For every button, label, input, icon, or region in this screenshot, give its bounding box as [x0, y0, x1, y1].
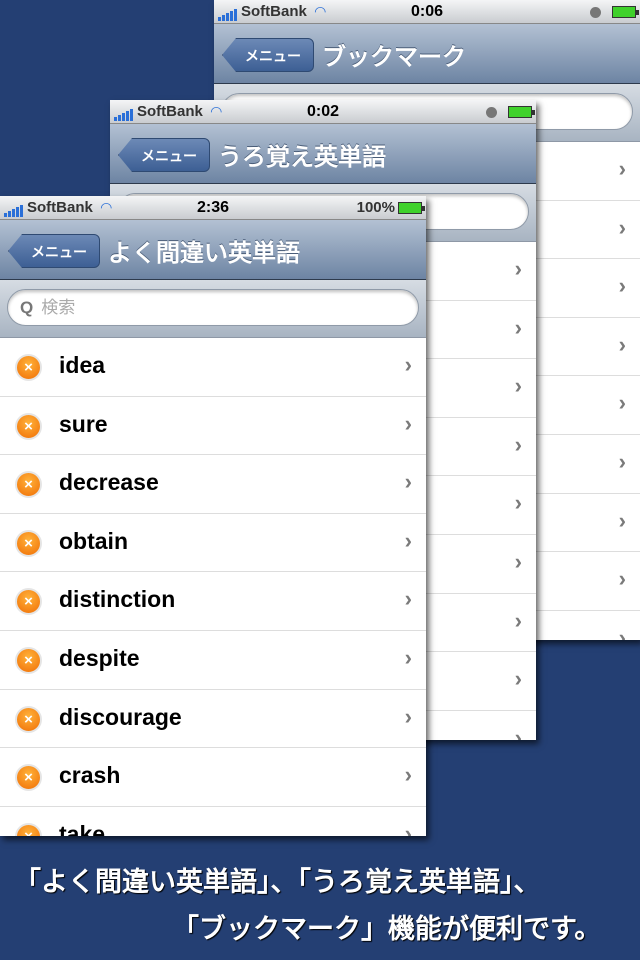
chevron-right-icon: › — [514, 256, 522, 281]
caption-line-1: 「よく間違い英単語」、「うろ覚え英単語」、 — [14, 867, 541, 897]
back-button[interactable]: メニュー — [222, 38, 314, 72]
search-placeholder: 検索 — [41, 298, 76, 317]
navigation-bar: メニュー ブックマーク — [214, 24, 640, 84]
navigation-bar: メニュー うろ覚え英単語 — [110, 124, 536, 184]
battery-icon — [508, 106, 535, 119]
navigation-bar: メニュー よく間違い英単語 — [0, 220, 426, 280]
word-label: despite — [59, 644, 140, 671]
chevron-right-icon: › — [618, 390, 626, 416]
chevron-right-icon: › — [514, 607, 522, 633]
chevron-right-icon: › — [404, 527, 412, 553]
list-item[interactable]: × decrease › — [0, 455, 426, 514]
delete-icon[interactable]: × — [15, 705, 42, 733]
chevron-right-icon: › — [404, 352, 412, 377]
battery-percent: 100% — [356, 199, 395, 216]
battery-icon — [612, 6, 639, 19]
page-title: ブックマーク — [322, 44, 466, 71]
list-item[interactable]: × despite › — [0, 631, 426, 690]
chevron-right-icon: › — [404, 703, 412, 729]
search-icon: Q — [20, 298, 34, 317]
chevron-right-icon: › — [404, 762, 412, 788]
chevron-right-icon: › — [404, 469, 412, 495]
back-button[interactable]: メニュー — [118, 138, 210, 172]
chevron-right-icon: › — [618, 566, 626, 592]
chevron-right-icon: › — [514, 666, 522, 692]
delete-icon[interactable]: × — [15, 588, 42, 616]
chevron-right-icon: › — [618, 507, 626, 533]
chevron-right-icon: › — [404, 644, 412, 670]
list-item[interactable]: × discourage › — [0, 690, 426, 749]
chevron-right-icon: › — [618, 214, 626, 240]
caption-line-2: 「ブックマーク」機能が便利です。 — [172, 914, 602, 944]
delete-icon[interactable]: × — [15, 412, 42, 440]
delete-icon[interactable]: × — [15, 471, 42, 499]
alarm-icon — [486, 106, 497, 118]
list-item[interactable]: × idea › — [0, 338, 426, 397]
chevron-right-icon: › — [618, 331, 626, 357]
chevron-right-icon: › — [618, 273, 626, 299]
status-bar: SoftBank ◠ 0:06 — [214, 0, 640, 24]
word-label: obtain — [59, 527, 128, 554]
chevron-right-icon: › — [404, 410, 412, 436]
page-title: うろ覚え英単語 — [218, 144, 386, 171]
delete-icon[interactable]: × — [15, 646, 42, 674]
chevron-right-icon: › — [618, 156, 626, 181]
clock-label: 0:06 — [410, 3, 444, 20]
status-bar: SoftBank ◠ 2:36 100% — [0, 196, 426, 220]
chevron-right-icon: › — [618, 624, 626, 640]
chevron-right-icon: › — [514, 724, 522, 740]
word-label: sure — [59, 410, 108, 437]
search-bar: Q 検索 — [0, 280, 426, 338]
list-item[interactable]: × crash › — [0, 748, 426, 807]
delete-icon[interactable]: × — [15, 529, 42, 557]
delete-icon[interactable]: × — [15, 822, 42, 836]
chevron-right-icon: › — [514, 373, 522, 399]
chevron-right-icon: › — [514, 314, 522, 340]
chevron-right-icon: › — [404, 820, 412, 836]
chevron-right-icon: › — [514, 548, 522, 574]
chevron-right-icon: › — [404, 586, 412, 612]
word-label: discourage — [59, 703, 182, 730]
alarm-icon — [590, 6, 601, 18]
page-title: よく間違い英単語 — [108, 240, 300, 267]
list-item[interactable]: × distinction › — [0, 572, 426, 631]
word-label: idea — [59, 352, 106, 378]
word-list: × idea › × sure › × decrease › × obtain … — [0, 338, 426, 836]
word-label: take — [59, 820, 106, 836]
list-item[interactable]: × obtain › — [0, 514, 426, 573]
back-button[interactable]: メニュー — [8, 234, 100, 268]
word-label: distinction — [59, 586, 176, 613]
delete-icon[interactable]: × — [15, 764, 42, 792]
chevron-right-icon: › — [618, 448, 626, 474]
search-input[interactable]: Q 検索 — [7, 289, 419, 326]
clock-label: 0:02 — [306, 103, 340, 120]
phone-screen: SoftBank ◠ 2:36 100% メニュー よく間違い英単語 Q 検索 × … — [0, 196, 426, 836]
word-label: crash — [59, 762, 121, 789]
status-bar: SoftBank ◠ 0:02 — [110, 100, 536, 124]
battery-icon — [398, 202, 425, 215]
list-item[interactable]: × sure › — [0, 397, 426, 456]
list-item[interactable]: × take › — [0, 807, 426, 836]
word-label: decrease — [59, 469, 159, 496]
chevron-right-icon: › — [514, 490, 522, 516]
chevron-right-icon: › — [514, 431, 522, 457]
delete-icon[interactable]: × — [15, 354, 42, 381]
